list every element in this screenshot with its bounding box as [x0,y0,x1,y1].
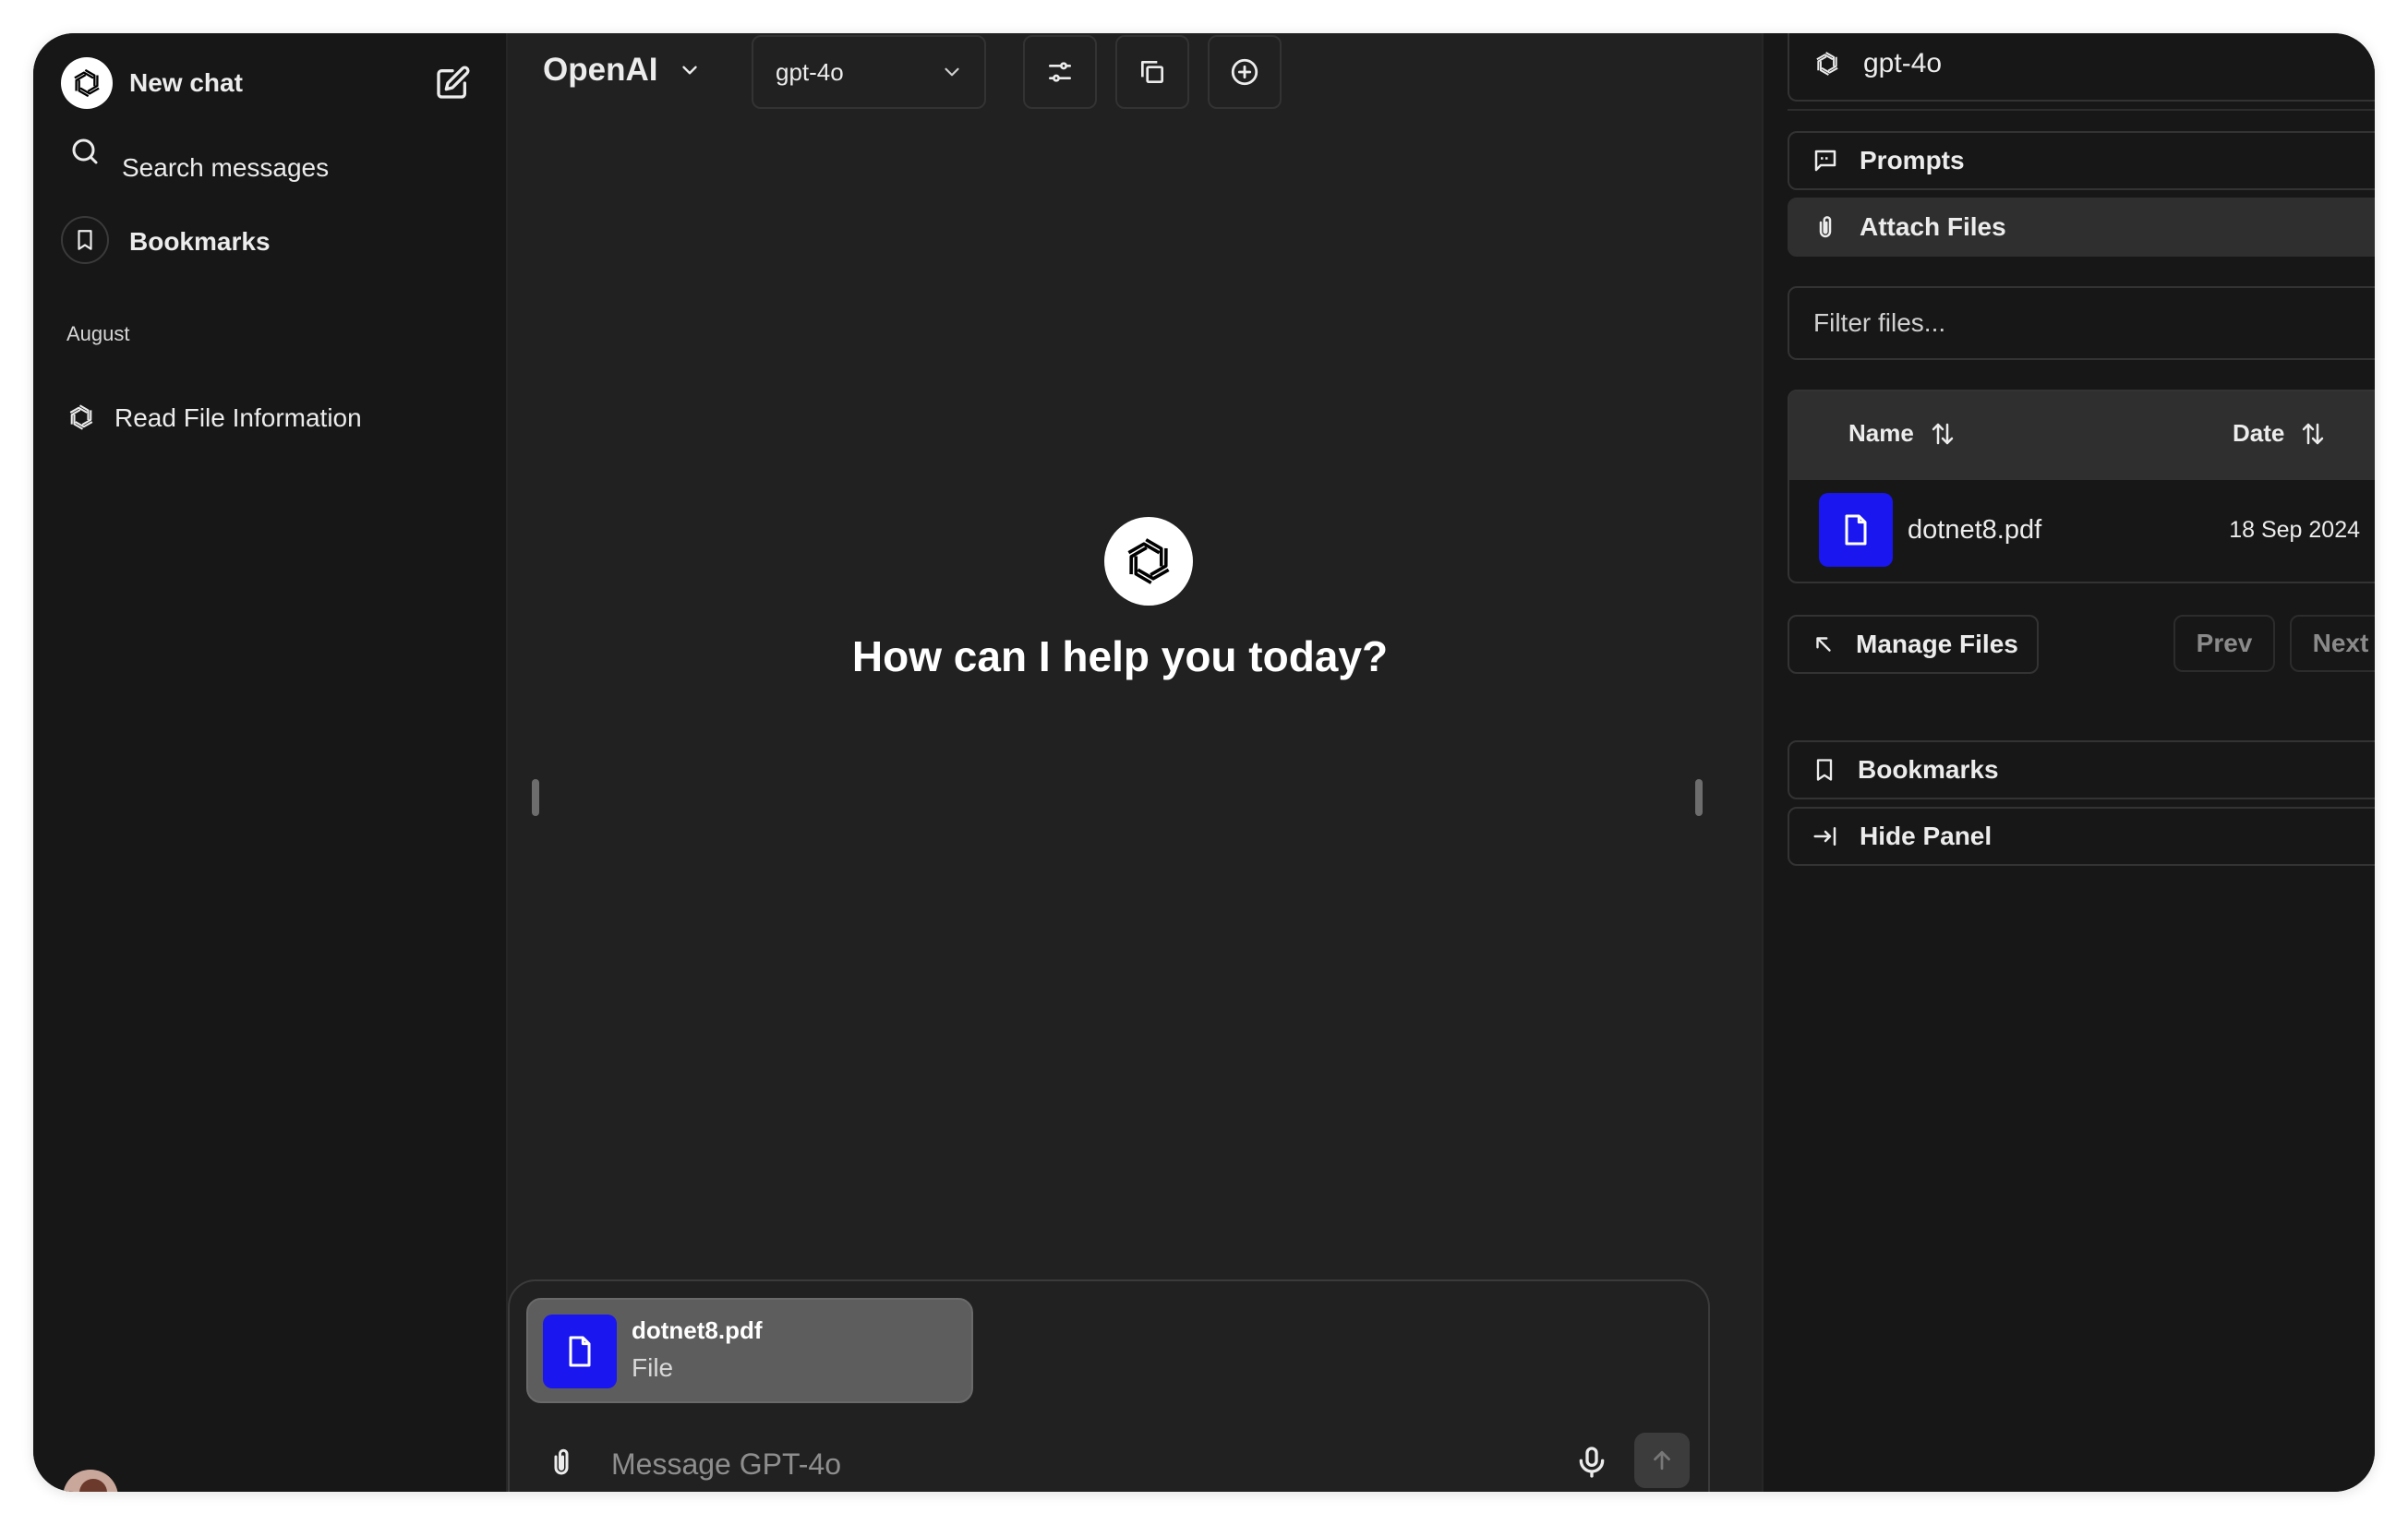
conversation-item[interactable]: Read File Information [114,385,362,451]
plus-circle-icon [1229,56,1260,88]
copy-icon [1138,57,1167,87]
prev-button[interactable]: Prev [2173,615,2275,672]
provider-label: OpenAI [543,52,658,88]
table-row[interactable]: dotnet8.pdf 18 Sep 2024 [1789,480,2375,582]
bookmark-icon [61,216,109,264]
sliders-icon [1045,57,1075,87]
add-model-button[interactable] [1208,35,1282,109]
model-select[interactable]: gpt-4o [752,35,986,109]
greeting-text: How can I help you today? [851,632,1389,680]
column-header-name: Name [1848,419,1914,447]
prompts-label: Prompts [1860,146,1965,174]
message-composer: dotnet8.pdf File Message GPT-4o [508,1279,1710,1492]
prompts-button[interactable]: Prompts [1788,131,2375,190]
settings-sliders-button[interactable] [1023,35,1097,109]
send-button[interactable] [1634,1433,1690,1488]
bookmarks-button[interactable]: Bookmarks [129,227,271,257]
bookmark-icon [1812,757,1837,783]
sort-name-button[interactable]: Name [1848,419,1956,448]
avatar[interactable] [63,1470,118,1492]
openai-logo-icon [1104,517,1193,606]
side-panel: gpt-4o Prompts Attach Files Filter files… [1762,33,2375,1492]
column-header-date: Date [2233,419,2285,447]
attachment-type: File [632,1353,674,1382]
message-square-icon [1812,147,1839,174]
filter-files-placeholder: Filter files... [1813,308,1946,337]
section-label-august: August [66,322,130,345]
model-select-value: gpt-4o [776,57,844,86]
divider [1788,109,2375,111]
table-header: Name Date [1789,391,2375,480]
new-chat-button[interactable]: New chat [129,68,243,98]
panel-model-selector[interactable]: gpt-4o [1788,33,2375,102]
app-window: New chat Search messages Bookmarks Augus… [33,33,2375,1492]
sidebar: New chat Search messages Bookmarks Augus… [33,33,508,1492]
manage-files-label: Manage Files [1856,630,2018,658]
provider-selector[interactable]: OpenAI [543,52,702,89]
chevron-down-icon [940,60,964,84]
file-icon [543,1315,617,1388]
attachment-name: dotnet8.pdf [632,1316,763,1344]
edit-icon[interactable] [434,65,471,102]
chevron-down-icon [678,58,702,82]
sort-arrows-icon [1929,420,1956,448]
file-date-cell: 18 Sep 2024 [2229,517,2360,543]
message-input[interactable]: Message GPT-4o [611,1447,841,1482]
panel-bookmarks-label: Bookmarks [1858,755,1999,784]
panel-model-label: gpt-4o [1863,48,1943,78]
left-resize-handle[interactable] [532,779,539,816]
paperclip-icon [1812,213,1839,241]
search-messages-button[interactable]: Search messages [122,153,329,183]
microphone-icon[interactable] [1573,1442,1610,1483]
file-name-cell: dotnet8.pdf [1908,515,2042,545]
paperclip-icon[interactable] [545,1442,578,1483]
openai-chat-icon [65,401,98,434]
arrow-right-to-line-icon [1812,823,1839,850]
right-resize-handle[interactable] [1695,779,1703,816]
openai-logo-icon [61,57,113,109]
chat-main: OpenAI gpt-4o How can I help you today? … [508,33,1760,1492]
files-table: Name Date dotnet8.pdf 18 Sep 2024 [1788,390,2375,583]
attach-files-label: Attach Files [1860,212,2006,241]
hide-panel-button[interactable]: Hide Panel [1788,807,2375,866]
arrow-up-icon [1648,1447,1676,1474]
file-icon [1819,493,1893,567]
search-icon [68,135,102,168]
filter-files-input[interactable]: Filter files... [1788,286,2375,360]
arrow-up-left-icon [1812,632,1836,656]
sort-arrows-icon [2299,420,2327,448]
attachment-chip[interactable]: dotnet8.pdf File [526,1298,973,1403]
next-button[interactable]: Next [2290,615,2375,672]
panel-bookmarks-button[interactable]: Bookmarks [1788,740,2375,799]
openai-icon [1812,48,1843,79]
hide-panel-label: Hide Panel [1860,822,1993,850]
attach-files-button[interactable]: Attach Files [1788,198,2375,257]
duplicate-button[interactable] [1115,35,1189,109]
sort-date-button[interactable]: Date [2233,419,2327,448]
manage-files-button[interactable]: Manage Files [1788,615,2039,674]
